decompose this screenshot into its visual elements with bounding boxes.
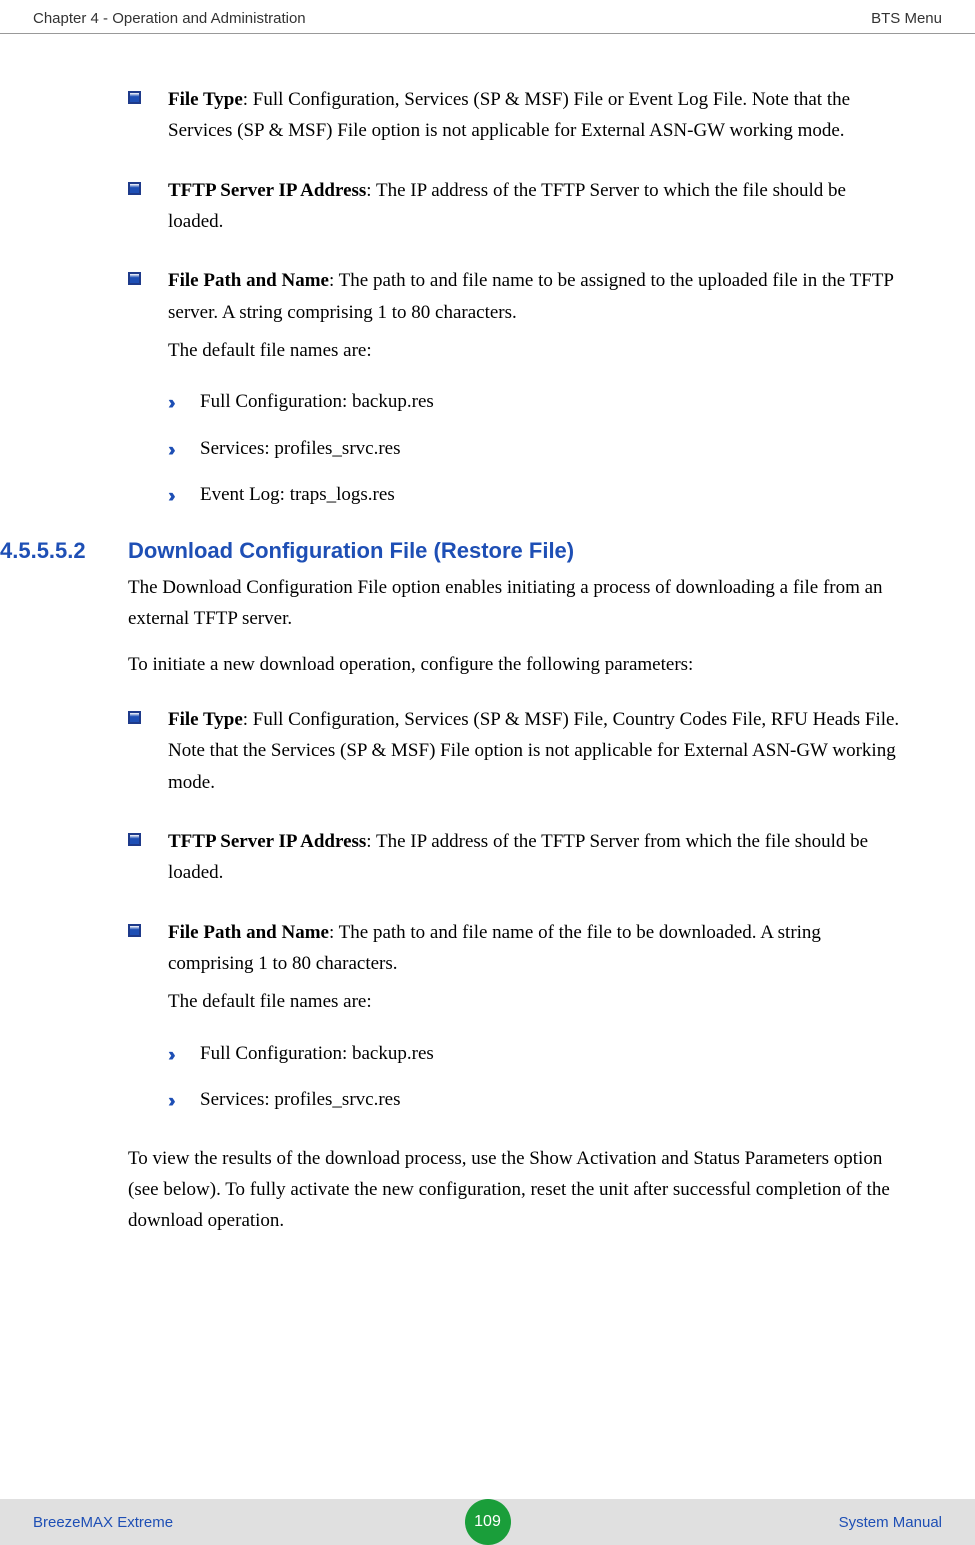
square-bullet-icon (128, 711, 141, 724)
footer-left: BreezeMAX Extreme (33, 1514, 173, 1531)
section-title: Download Configuration File (Restore Fil… (128, 538, 574, 564)
bullet-text: : Full Configuration, Services (SP & MSF… (168, 709, 899, 793)
bullet-bold: File Path and Name (168, 922, 329, 943)
bullet-bold: File Path and Name (168, 270, 329, 291)
sub-item-text: Services: profiles_srvc.res (200, 1089, 401, 1110)
bullet-item: TFTP Server IP Address: The IP address o… (128, 826, 900, 889)
section2-para1: The Download Configuration File option e… (128, 572, 900, 635)
chevron-icon: ›› (168, 390, 171, 419)
section2-heading: 4.5.5.5.2 Download Configuration File (R… (0, 538, 900, 564)
defaults-list: ›› Full Configuration: backup.res ›› Ser… (168, 388, 900, 510)
sub-item-text: Event Log: traps_logs.res (200, 484, 395, 505)
bullet-item: File Path and Name: The path to and file… (128, 917, 900, 1115)
section2-bullets: File Type: Full Configuration, Services … (128, 704, 900, 1115)
square-bullet-icon (128, 272, 141, 285)
chevron-icon: ›› (168, 1088, 171, 1117)
section-number: 4.5.5.5.2 (0, 538, 128, 564)
section2-para2: To initiate a new download operation, co… (128, 649, 900, 680)
chevron-icon: ›› (168, 1042, 171, 1071)
square-bullet-icon (128, 182, 141, 195)
page-content: File Type: Full Configuration, Services … (0, 34, 975, 1237)
sub-item-text: Full Configuration: backup.res (200, 391, 434, 412)
bullet-bold: TFTP Server IP Address (168, 831, 366, 852)
bullet-item: File Type: Full Configuration, Services … (128, 84, 900, 147)
header-right: BTS Menu (871, 10, 942, 27)
sub-item: ›› Full Configuration: backup.res (168, 1040, 900, 1069)
page-header: Chapter 4 - Operation and Administration… (0, 0, 975, 34)
bullet-bold: TFTP Server IP Address (168, 180, 366, 201)
header-left: Chapter 4 - Operation and Administration (33, 10, 306, 27)
defaults-list: ›› Full Configuration: backup.res ›› Ser… (168, 1040, 900, 1115)
sub-item-text: Full Configuration: backup.res (200, 1043, 434, 1064)
bullet-item: File Path and Name: The path to and file… (128, 265, 900, 510)
bullet-bold: File Type (168, 89, 243, 110)
section2-para3: To view the results of the download proc… (128, 1143, 900, 1237)
chevron-icon: ›› (168, 483, 171, 512)
square-bullet-icon (128, 91, 141, 104)
chevron-icon: ›› (168, 437, 171, 466)
defaults-intro: The default file names are: (168, 336, 900, 366)
bullet-text: : Full Configuration, Services (SP & MSF… (168, 89, 850, 141)
section1-bullets: File Type: Full Configuration, Services … (128, 84, 900, 510)
bullet-bold: File Type (168, 709, 243, 730)
sub-item: ›› Full Configuration: backup.res (168, 388, 900, 417)
defaults-intro: The default file names are: (168, 987, 900, 1017)
sub-item: ›› Services: profiles_srvc.res (168, 435, 900, 464)
sub-item: ›› Event Log: traps_logs.res (168, 481, 900, 510)
sub-item: ›› Services: profiles_srvc.res (168, 1086, 900, 1115)
page-footer: BreezeMAX Extreme 109 System Manual (0, 1499, 975, 1545)
page-number-badge: 109 (465, 1499, 511, 1545)
bullet-item: File Type: Full Configuration, Services … (128, 704, 900, 798)
footer-right: System Manual (839, 1514, 942, 1531)
bullet-item: TFTP Server IP Address: The IP address o… (128, 175, 900, 238)
square-bullet-icon (128, 833, 141, 846)
square-bullet-icon (128, 924, 141, 937)
sub-item-text: Services: profiles_srvc.res (200, 438, 401, 459)
